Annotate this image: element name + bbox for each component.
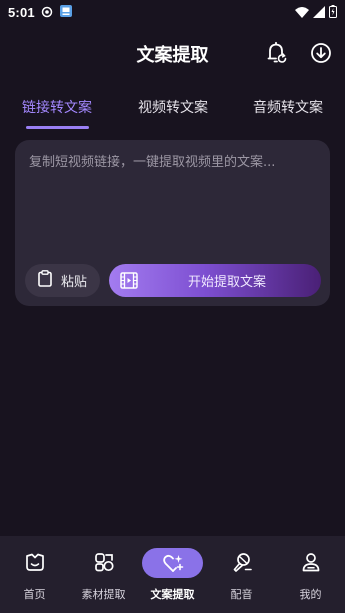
link-input-card: 复制短视频链接，一键提取视频里的文案... 粘贴 开始提取文案 <box>15 140 330 306</box>
bell-refresh-icon[interactable] <box>265 40 289 66</box>
paste-button[interactable]: 粘贴 <box>25 264 100 297</box>
heart-sparkle-icon <box>161 551 185 575</box>
paste-label: 粘贴 <box>60 275 87 290</box>
status-left: 5:01 <box>8 3 73 22</box>
location-icon <box>41 3 53 22</box>
bottom-nav: 首页 素材提取 文案提取 配音 我的 <box>0 536 345 613</box>
battery-icon <box>329 3 337 22</box>
signal-icon <box>313 3 325 22</box>
start-extract-label: 开始提取文案 <box>187 275 266 290</box>
nav-item-dubbing[interactable]: 配音 <box>207 536 276 613</box>
nav-label-dubbing: 配音 <box>230 588 253 601</box>
home-face-icon <box>23 550 47 574</box>
nav-label-profile: 我的 <box>299 588 322 601</box>
nav-item-profile[interactable]: 我的 <box>276 536 345 613</box>
profile-icon <box>299 550 323 574</box>
download-icon[interactable] <box>309 40 333 66</box>
active-tab-indicator <box>26 126 89 129</box>
link-input[interactable]: 复制短视频链接，一键提取视频里的文案... <box>29 154 317 254</box>
page-title: 文案提取 <box>136 45 209 66</box>
status-right <box>295 3 337 22</box>
mode-tabs: 链接转文案 视频转文案 音频转文案 <box>0 92 345 132</box>
status-bar: 5:01 <box>0 0 345 24</box>
film-icon <box>120 272 138 293</box>
header: 文案提取 <box>0 36 345 72</box>
header-actions <box>265 40 333 66</box>
start-extract-button[interactable]: 开始提取文案 <box>109 264 321 297</box>
nav-item-material-extract[interactable]: 素材提取 <box>69 536 138 613</box>
nav-label-home: 首页 <box>23 588 46 601</box>
status-time: 5:01 <box>8 4 35 20</box>
tab-video-to-text[interactable]: 视频转文案 <box>134 92 212 122</box>
material-icon <box>92 550 116 574</box>
nav-item-text-extract[interactable]: 文案提取 <box>138 536 207 613</box>
app-notification-icon <box>59 3 73 22</box>
tab-link-to-text[interactable]: 链接转文案 <box>18 92 96 122</box>
tab-audio-to-text[interactable]: 音频转文案 <box>248 92 328 122</box>
nav-label-material-extract: 素材提取 <box>81 588 126 601</box>
wifi-icon <box>295 3 309 22</box>
nav-item-home[interactable]: 首页 <box>0 536 69 613</box>
nav-label-text-extract: 文案提取 <box>150 588 195 601</box>
clipboard-icon <box>38 270 52 291</box>
dubbing-icon <box>230 550 254 574</box>
